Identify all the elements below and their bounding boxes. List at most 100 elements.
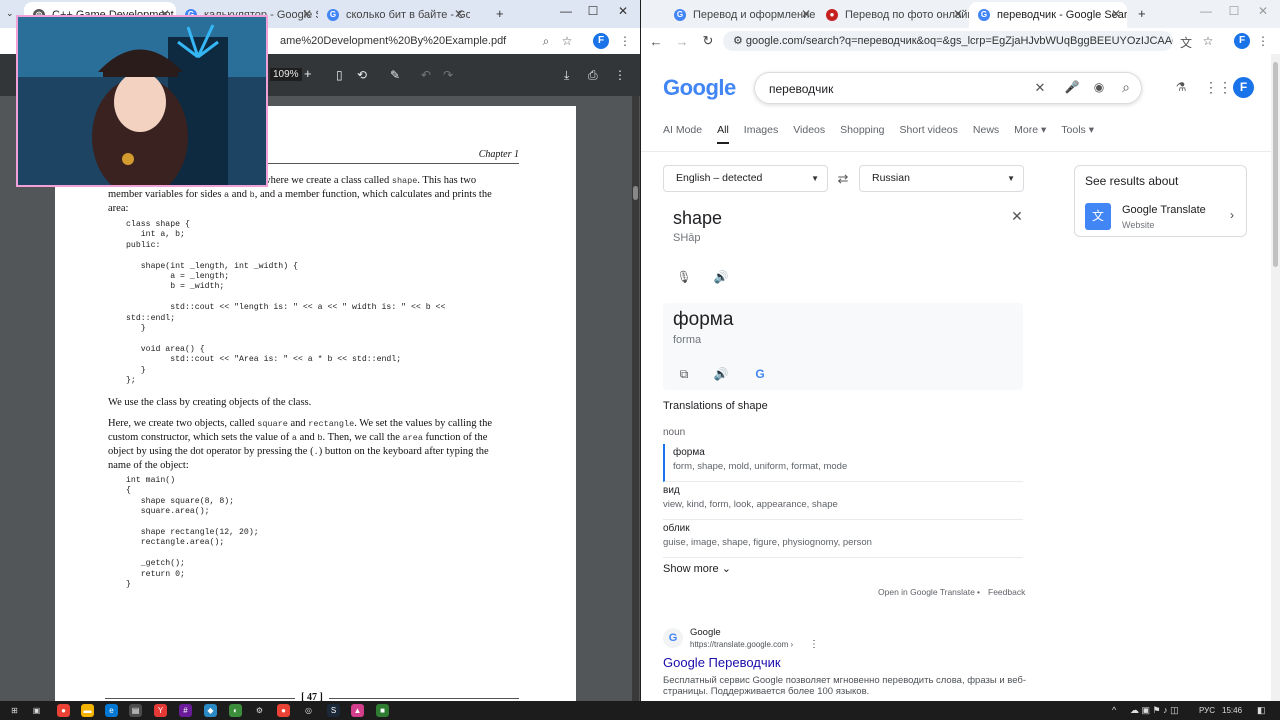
google-g-icon[interactable]: G — [750, 367, 770, 381]
profile-avatar[interactable]: F — [593, 33, 609, 49]
close-icon[interactable]: ✕ — [1111, 7, 1121, 21]
more-options-icon[interactable]: ⋮ — [614, 68, 626, 82]
tab-more[interactable]: More ▾ — [1014, 124, 1046, 144]
scroll-thumb[interactable] — [633, 186, 638, 200]
clear-icon[interactable]: ✕ — [1030, 80, 1050, 96]
tray-icons[interactable]: ☁ ▣ ⚑ ♪ ◫ — [1130, 705, 1179, 716]
tab-search-icon[interactable]: ⌄ — [6, 8, 14, 19]
profile-avatar[interactable]: F — [1234, 33, 1250, 49]
bookmark-star-icon[interactable]: ☆ — [557, 34, 577, 48]
source-language-select[interactable]: English – detected ▼ — [663, 165, 828, 192]
folder-icon[interactable]: ▬ — [81, 704, 94, 717]
app-icon[interactable]: ▲ — [351, 704, 364, 717]
settings-icon[interactable]: ⚙ — [253, 704, 266, 717]
target-language-select[interactable]: Russian ▼ — [859, 165, 1024, 192]
task-view-icon[interactable]: ▣ — [30, 704, 43, 717]
app-icon[interactable]: ◐ — [229, 704, 242, 717]
tab-translator-search[interactable]: G переводчик - Google Search ✕ — [969, 2, 1127, 28]
back-icon[interactable]: ← — [643, 34, 669, 49]
tab-shopping[interactable]: Shopping — [840, 124, 884, 144]
tab-tools[interactable]: Tools ▾ — [1061, 124, 1094, 144]
translation-row[interactable]: вид view, kind, form, look, appearance, … — [663, 482, 1023, 520]
tab-ai-mode[interactable]: AI Mode — [663, 124, 702, 144]
result-url[interactable]: https://translate.google.com › — [690, 640, 793, 649]
chrome-icon[interactable]: ● — [277, 704, 290, 717]
labs-flask-icon[interactable]: ⚗ — [1171, 80, 1191, 94]
open-in-translate-link[interactable]: Open in Google Translate — [878, 587, 975, 597]
menu-kebab-icon[interactable]: ⋮ — [1253, 34, 1273, 48]
speaker-icon[interactable]: 🔊 — [711, 367, 731, 381]
close-icon[interactable]: ✕ — [302, 7, 312, 21]
close-icon[interactable]: ✕ — [801, 7, 811, 21]
chevron-right-icon[interactable]: › — [1230, 208, 1234, 222]
app-icon[interactable]: ◆ — [204, 704, 217, 717]
site-info-icon[interactable]: ⚙ — [733, 35, 746, 47]
annotate-icon[interactable]: ✎ — [390, 68, 400, 82]
address-bar[interactable]: ⚙ google.com/search?q=переводчик&oq=&gs_… — [723, 31, 1173, 51]
google-logo[interactable]: Google — [663, 75, 736, 101]
zoom-icon[interactable]: ⌕ — [536, 34, 556, 49]
mic-icon[interactable]: 🎙 — [674, 270, 694, 284]
reload-icon[interactable]: ↻ — [695, 33, 721, 49]
tab-photo-translate[interactable]: ● Перевод по фото онлайн с а ✕ — [817, 2, 969, 28]
minimize-button[interactable]: — — [1193, 4, 1219, 18]
result-menu-icon[interactable]: ⋮ — [809, 639, 819, 650]
app-icon[interactable]: ◎ — [302, 704, 315, 717]
tab-all[interactable]: All — [717, 124, 729, 144]
rotate-icon[interactable]: ⟲ — [357, 68, 367, 82]
maximize-button[interactable]: ☐ — [1221, 4, 1247, 18]
maximize-button[interactable]: ☐ — [580, 4, 606, 18]
new-tab-button[interactable]: + — [496, 6, 504, 21]
print-icon[interactable]: ⎙ — [588, 68, 598, 83]
tab-videos[interactable]: Videos — [793, 124, 825, 144]
tab-short-videos[interactable]: Short videos — [900, 124, 958, 144]
translation-row[interactable]: облик guise, image, shape, figure, physi… — [663, 520, 1023, 558]
apps-grid-icon[interactable]: ⋮⋮ — [1204, 79, 1232, 96]
input-language[interactable]: РУС — [1199, 706, 1215, 715]
feedback-link[interactable]: Feedback — [988, 587, 1025, 597]
tab-images[interactable]: Images — [744, 124, 778, 144]
tab-bits[interactable]: G сколько бит в байте - Google ✕ — [318, 2, 470, 28]
result-title-link[interactable]: Google Переводчик — [663, 655, 781, 670]
scroll-thumb[interactable] — [1273, 62, 1278, 267]
search-query[interactable]: переводчик — [769, 82, 833, 96]
zoom-in-button[interactable]: + — [304, 66, 312, 81]
steam-icon[interactable]: S — [327, 704, 340, 717]
tray-chevron-icon[interactable]: ^ — [1112, 705, 1116, 715]
copy-icon[interactable]: ⧉ — [674, 367, 694, 382]
source-text[interactable]: shape — [673, 208, 722, 229]
yandex-icon[interactable]: Y — [154, 704, 167, 717]
zoom-level[interactable]: 109% — [270, 68, 302, 81]
close-icon[interactable]: ✕ — [953, 7, 963, 21]
edge-icon[interactable]: e — [105, 704, 118, 717]
clear-source-icon[interactable]: ✕ — [1007, 208, 1027, 225]
fit-page-icon[interactable]: ▯ — [336, 68, 343, 82]
windows-start-icon[interactable]: ⊞ — [8, 704, 21, 717]
menu-kebab-icon[interactable]: ⋮ — [615, 34, 635, 48]
swap-languages-icon[interactable]: ⇄ — [833, 171, 853, 187]
pdf-scrollbar[interactable] — [632, 96, 639, 701]
download-icon[interactable]: ⤓ — [564, 68, 569, 83]
close-icon[interactable]: ✕ — [454, 7, 464, 21]
clock[interactable]: 15:46 — [1222, 706, 1242, 715]
lens-icon[interactable]: ◉ — [1089, 80, 1109, 94]
show-more-button[interactable]: Show more ⌄ — [663, 562, 731, 575]
account-avatar[interactable]: F — [1233, 77, 1254, 98]
new-tab-button[interactable]: + — [1138, 6, 1146, 21]
notification-icon[interactable]: ◧ — [1257, 705, 1266, 716]
app-icon[interactable]: ■ — [376, 704, 389, 717]
search-icon[interactable]: ⌕ — [1116, 79, 1136, 96]
translate-page-icon[interactable]: 文 — [1176, 34, 1196, 51]
mic-icon[interactable]: 🎤 — [1062, 80, 1082, 94]
redo-icon[interactable]: ↷ — [443, 68, 453, 82]
speaker-icon[interactable]: 🔊 — [711, 270, 731, 284]
app-icon[interactable]: # — [179, 704, 192, 717]
translation-row[interactable]: форма form, shape, mold, uniform, format… — [663, 444, 1023, 482]
page-scrollbar[interactable] — [1271, 54, 1280, 701]
tab-news[interactable]: News — [973, 124, 999, 144]
search-box[interactable]: переводчик ✕ 🎤 ◉ ⌕ — [754, 72, 1142, 104]
tab-translate-docs[interactable]: G Перевод и оформление фай ✕ — [665, 2, 817, 28]
bookmark-star-icon[interactable]: ☆ — [1198, 34, 1218, 48]
undo-icon[interactable]: ↶ — [421, 68, 431, 82]
address-bar[interactable]: ame%20Development%20By%20Example.pdf — [270, 31, 570, 51]
